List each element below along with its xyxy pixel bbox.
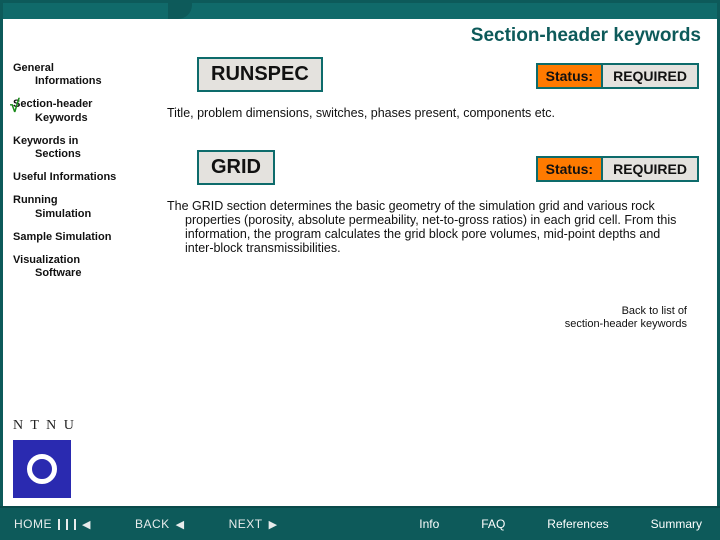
sidebar-item-sample-sim[interactable]: Sample Simulation <box>13 231 157 244</box>
keyword-section-grid: GRID Status:REQUIRED The GRID section de… <box>167 150 699 273</box>
triangle-left-icon: ◀ <box>82 518 91 531</box>
sidebar-item-section-header[interactable]: √ Section-header Keywords <box>13 98 157 124</box>
square-logo-icon <box>13 440 71 498</box>
sidebar-item-label: Running <box>13 194 58 206</box>
home-button[interactable]: HOME ◀ <box>14 517 91 531</box>
status-label: Status: <box>536 156 603 182</box>
top-decor-band <box>3 3 717 19</box>
back-link[interactable]: Back to list of section-header keywords <box>167 305 699 331</box>
sidebar-item-label: Software <box>13 267 157 280</box>
nav-label: NEXT <box>229 517 263 531</box>
sidebar-item-label: Useful Informations <box>13 171 116 183</box>
sidebar-item-label: Sample Simulation <box>13 231 111 243</box>
nav-label: HOME <box>14 517 52 531</box>
main-content: RUNSPEC Status:REQUIRED Title, problem d… <box>163 57 717 506</box>
sidebar-item-label: Visualization <box>13 254 80 266</box>
footer-link-info[interactable]: Info <box>419 517 439 531</box>
sidebar-item-viz-software[interactable]: Visualization Software <box>13 254 157 280</box>
keyword-description: Title, problem dimensions, switches, pha… <box>167 106 647 120</box>
next-button[interactable]: NEXT ▶ <box>229 517 278 531</box>
footer-link-summary[interactable]: Summary <box>651 517 702 531</box>
sidebar: General Informations √ Section-header Ke… <box>3 57 163 506</box>
keyword-description: The GRID section determines the basic ge… <box>167 199 687 255</box>
sidebar-item-label: Simulation <box>13 208 157 221</box>
sidebar-item-label: Keywords in <box>13 135 78 147</box>
footer-link-faq[interactable]: FAQ <box>481 517 505 531</box>
sidebar-item-label: Section-header <box>13 98 92 110</box>
ntnu-logo-text: N T N U <box>13 418 157 434</box>
sidebar-item-label: Informations <box>13 75 157 88</box>
checkmark-icon: √ <box>10 96 20 118</box>
sidebar-item-keywords-in-sections[interactable]: Keywords in Sections <box>13 135 157 161</box>
status-value: REQUIRED <box>603 63 699 89</box>
status-label: Status: <box>536 63 603 89</box>
sidebar-item-label: Sections <box>13 148 157 161</box>
sidebar-item-running-sim[interactable]: Running Simulation <box>13 194 157 220</box>
sidebar-item-label: Keywords <box>13 112 157 125</box>
home-icon <box>58 519 76 530</box>
status-group: Status:REQUIRED <box>536 156 699 182</box>
back-button[interactable]: BACK ◀ <box>135 517 185 531</box>
nav-label: BACK <box>135 517 170 531</box>
sidebar-item-useful-info[interactable]: Useful Informations <box>13 171 157 184</box>
keyword-box: GRID <box>197 150 275 185</box>
footer: HOME ◀ BACK ◀ NEXT ▶ Info FAQ References… <box>0 506 720 540</box>
status-value: REQUIRED <box>603 156 699 182</box>
back-link-line2: section-header keywords <box>565 318 687 330</box>
triangle-left-icon: ◀ <box>176 518 185 531</box>
logo-block: N T N U <box>13 418 157 506</box>
page-title: Section-header keywords <box>173 25 701 47</box>
status-group: Status:REQUIRED <box>536 63 699 89</box>
triangle-right-icon: ▶ <box>269 518 278 531</box>
keyword-section-runspec: RUNSPEC Status:REQUIRED Title, problem d… <box>167 57 699 138</box>
keyword-box: RUNSPEC <box>197 57 323 92</box>
sidebar-item-label: General <box>13 62 54 74</box>
sidebar-item-general[interactable]: General Informations <box>13 62 157 88</box>
footer-link-references[interactable]: References <box>547 517 608 531</box>
back-link-line1: Back to list of <box>622 305 687 317</box>
